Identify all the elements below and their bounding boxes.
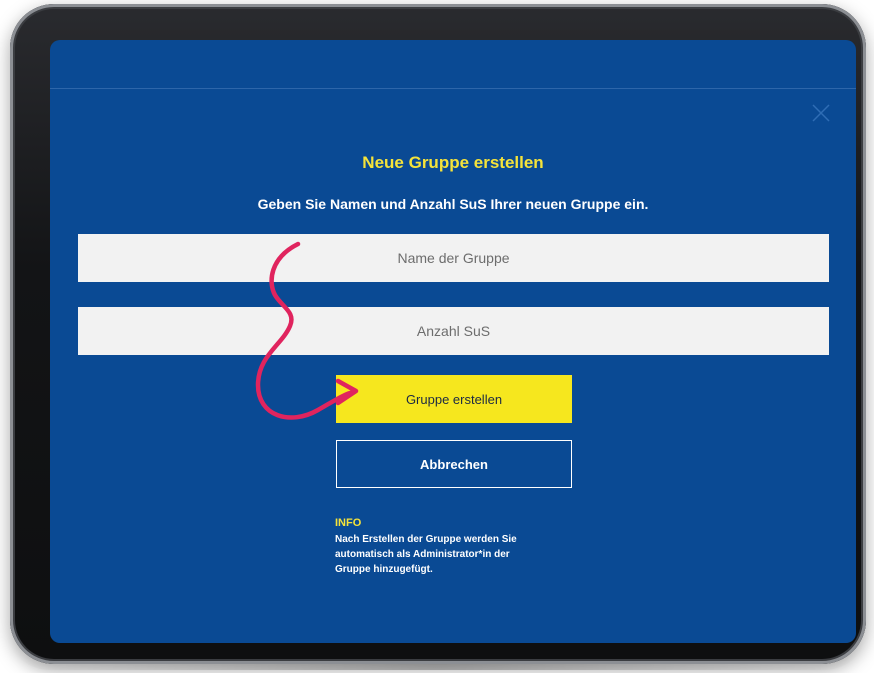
info-text-line: automatisch als Administrator*in der (335, 549, 510, 560)
info-box: INFO Nach Erstellen der Gruppe werden Si… (335, 516, 575, 577)
create-group-button-label: Gruppe erstellen (405, 391, 503, 407)
create-group-button[interactable]: Gruppe erstellen (336, 375, 572, 423)
dialog-title: Neue Gruppe erstellen (362, 153, 544, 172)
group-name-input[interactable] (78, 234, 829, 282)
header-divider (50, 88, 856, 89)
cancel-button[interactable]: Abbrechen (336, 440, 572, 488)
cancel-button-label: Abbrechen (420, 456, 488, 472)
dialog-screen: Neue Gruppe erstellen Geben Sie Namen un… (50, 40, 856, 643)
info-heading: INFO (335, 517, 362, 529)
student-count-input[interactable] (78, 307, 829, 355)
close-icon[interactable] (812, 104, 830, 122)
info-text-line: Nach Erstellen der Gruppe werden Sie (335, 534, 517, 545)
dialog-subtitle: Geben Sie Namen und Anzahl SuS Ihrer neu… (257, 196, 649, 212)
info-text-line: Gruppe hinzugefügt. (335, 564, 433, 575)
tablet-frame: Neue Gruppe erstellen Geben Sie Namen un… (10, 4, 866, 664)
